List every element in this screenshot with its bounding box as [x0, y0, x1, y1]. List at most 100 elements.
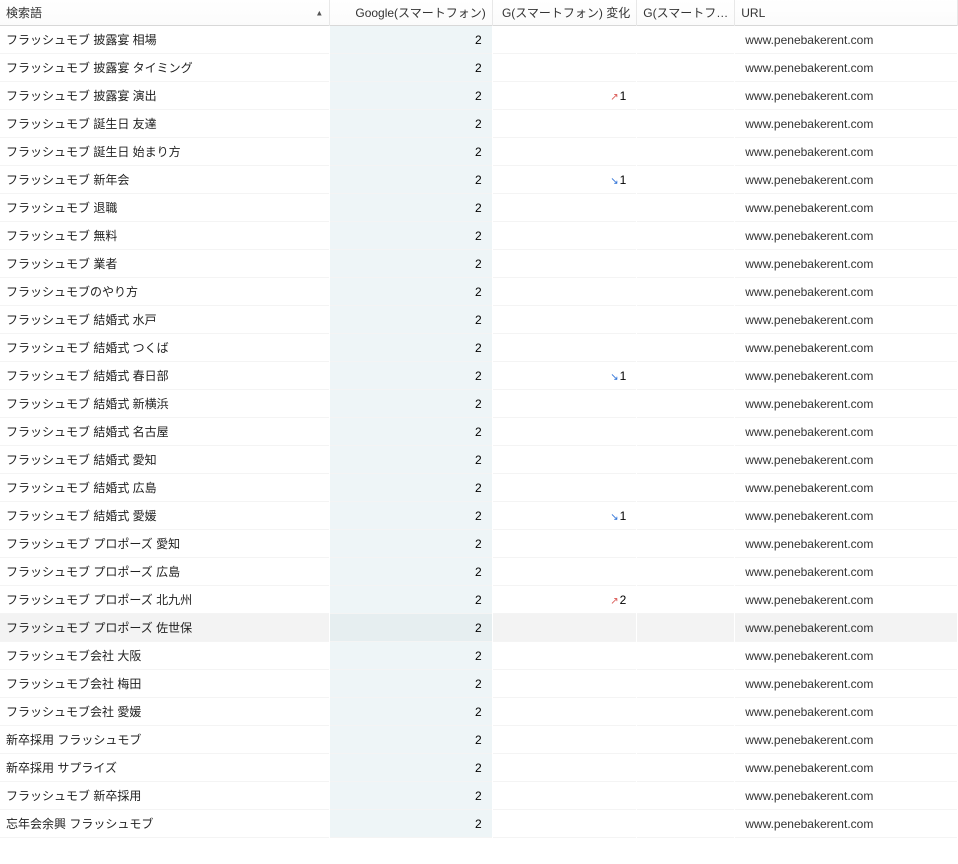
- cell-change: [492, 558, 637, 586]
- cell-url: www.penebakerent.com: [735, 586, 958, 614]
- table-row[interactable]: フラッシュモブ 無料2www.penebakerent.com: [0, 222, 958, 250]
- table-row[interactable]: フラッシュモブ プロポーズ 北九州2↗2www.penebakerent.com: [0, 586, 958, 614]
- cell-change: ↗2: [492, 586, 637, 614]
- table-row[interactable]: フラッシュモブ プロポーズ 広島2 www.penebakerent.com: [0, 558, 958, 586]
- table-row[interactable]: フラッシュモブ 誕生日 始まり方2www.penebakerent.com: [0, 138, 958, 166]
- cell-keyword: フラッシュモブ 結婚式 新横浜: [0, 390, 330, 418]
- cell-keyword: フラッシュモブ 新卒採用: [0, 782, 330, 810]
- cell-google-rank: 2: [330, 306, 492, 334]
- table-row[interactable]: フラッシュモブ 披露宴 タイミング2www.penebakerent.com: [0, 54, 958, 82]
- cell-url: www.penebakerent.com: [735, 530, 958, 558]
- table-row[interactable]: フラッシュモブ 新年会2↘1www.penebakerent.com: [0, 166, 958, 194]
- cell-keyword: フラッシュモブのやり方: [0, 278, 330, 306]
- cell-g3: [637, 166, 735, 194]
- cell-g3: [637, 418, 735, 446]
- table-row[interactable]: フラッシュモブ 結婚式 広島2www.penebakerent.com: [0, 474, 958, 502]
- cell-keyword: フラッシュモブ プロポーズ 広島: [0, 558, 330, 586]
- table-row[interactable]: フラッシュモブ会社 大阪2www.penebakerent.com: [0, 642, 958, 670]
- cell-g3: [637, 698, 735, 726]
- ranking-table: 検索語 ▲ Google(スマートフォン) G(スマートフォン) 変化 G(スマ…: [0, 0, 958, 838]
- column-header-google[interactable]: Google(スマートフォン): [330, 0, 492, 26]
- cell-url: www.penebakerent.com: [735, 726, 958, 754]
- cell-g3: [637, 362, 735, 390]
- cell-g3: [637, 502, 735, 530]
- cell-change: [492, 222, 637, 250]
- cell-google-rank: 2: [330, 166, 492, 194]
- cell-url: www.penebakerent.com: [735, 558, 958, 586]
- cell-change: [492, 670, 637, 698]
- cell-url: www.penebakerent.com: [735, 362, 958, 390]
- cell-keyword: フラッシュモブ 結婚式 つくば: [0, 334, 330, 362]
- table-row[interactable]: フラッシュモブ 披露宴 演出2↗1www.penebakerent.com: [0, 82, 958, 110]
- table-row[interactable]: フラッシュモブのやり方2www.penebakerent.com: [0, 278, 958, 306]
- cell-google-rank: 2: [330, 558, 492, 586]
- table-row[interactable]: フラッシュモブ 結婚式 春日部2↘1www.penebakerent.com: [0, 362, 958, 390]
- table-row[interactable]: フラッシュモブ 業者2www.penebakerent.com: [0, 250, 958, 278]
- cell-keyword: フラッシュモブ 結婚式 名古屋: [0, 418, 330, 446]
- cell-google-rank: 2: [330, 642, 492, 670]
- cell-google-rank: 2: [330, 418, 492, 446]
- table-row[interactable]: フラッシュモブ プロポーズ 佐世保2www.penebakerent.com: [0, 614, 958, 642]
- table-row[interactable]: 新卒採用 サプライズ2www.penebakerent.com: [0, 754, 958, 782]
- cell-google-rank: 2: [330, 138, 492, 166]
- cell-url: www.penebakerent.com: [735, 54, 958, 82]
- cell-url: www.penebakerent.com: [735, 446, 958, 474]
- cell-url: www.penebakerent.com: [735, 26, 958, 54]
- change-value: 1: [620, 369, 627, 383]
- cell-change: [492, 334, 637, 362]
- cell-google-rank: 2: [330, 586, 492, 614]
- table-row[interactable]: 忘年会余興 フラッシュモブ2www.penebakerent.com: [0, 810, 958, 838]
- cell-g3: [637, 558, 735, 586]
- table-row[interactable]: フラッシュモブ 誕生日 友達2www.penebakerent.com: [0, 110, 958, 138]
- cell-google-rank: 2: [330, 502, 492, 530]
- cell-keyword: フラッシュモブ 披露宴 相場: [0, 26, 330, 54]
- cell-url: www.penebakerent.com: [735, 418, 958, 446]
- cell-google-rank: 2: [330, 726, 492, 754]
- cell-change: [492, 194, 637, 222]
- table-row[interactable]: フラッシュモブ 結婚式 名古屋2 www.penebakerent.com: [0, 418, 958, 446]
- cell-google-rank: 2: [330, 362, 492, 390]
- column-header-url[interactable]: URL: [735, 0, 958, 26]
- column-header-keyword[interactable]: 検索語 ▲: [0, 0, 330, 26]
- cell-google-rank: 2: [330, 614, 492, 642]
- header-label: Google(スマートフォン): [355, 6, 485, 20]
- table-row[interactable]: フラッシュモブ プロポーズ 愛知2www.penebakerent.com: [0, 530, 958, 558]
- cell-url: www.penebakerent.com: [735, 614, 958, 642]
- cell-change: [492, 138, 637, 166]
- cell-keyword: 新卒採用 フラッシュモブ: [0, 726, 330, 754]
- cell-g3: [637, 614, 735, 642]
- table-row[interactable]: フラッシュモブ 新卒採用2www.penebakerent.com: [0, 782, 958, 810]
- column-header-g3[interactable]: G(スマートフ…: [637, 0, 735, 26]
- cell-g3: [637, 474, 735, 502]
- cell-g3: [637, 306, 735, 334]
- table-row[interactable]: フラッシュモブ 退職2www.penebakerent.com: [0, 194, 958, 222]
- column-header-change[interactable]: G(スマートフォン) 変化: [492, 0, 637, 26]
- table-row[interactable]: フラッシュモブ 結婚式 新横浜2www.penebakerent.com: [0, 390, 958, 418]
- cell-g3: [637, 54, 735, 82]
- header-label: G(スマートフ…: [643, 6, 728, 20]
- table-row[interactable]: 新卒採用 フラッシュモブ2 www.penebakerent.com: [0, 726, 958, 754]
- cell-google-rank: 2: [330, 698, 492, 726]
- cell-change: [492, 754, 637, 782]
- table-row[interactable]: フラッシュモブ 披露宴 相場2 www.penebakerent.com: [0, 26, 958, 54]
- cell-keyword: フラッシュモブ 新年会: [0, 166, 330, 194]
- cell-keyword: フラッシュモブ 結婚式 愛媛: [0, 502, 330, 530]
- cell-g3: [637, 194, 735, 222]
- table-row[interactable]: フラッシュモブ 結婚式 つくば2www.penebakerent.com: [0, 334, 958, 362]
- cell-google-rank: 2: [330, 670, 492, 698]
- cell-url: www.penebakerent.com: [735, 250, 958, 278]
- cell-google-rank: 2: [330, 474, 492, 502]
- cell-url: www.penebakerent.com: [735, 306, 958, 334]
- table-row[interactable]: フラッシュモブ会社 愛媛2www.penebakerent.com: [0, 698, 958, 726]
- cell-google-rank: 2: [330, 26, 492, 54]
- cell-google-rank: 2: [330, 82, 492, 110]
- cell-google-rank: 2: [330, 54, 492, 82]
- table-row[interactable]: フラッシュモブ 結婚式 愛媛2↘1www.penebakerent.com: [0, 502, 958, 530]
- cell-keyword: フラッシュモブ プロポーズ 愛知: [0, 530, 330, 558]
- cell-keyword: フラッシュモブ 結婚式 広島: [0, 474, 330, 502]
- table-row[interactable]: フラッシュモブ 結婚式 愛知2www.penebakerent.com: [0, 446, 958, 474]
- cell-g3: [637, 754, 735, 782]
- cell-keyword: フラッシュモブ会社 大阪: [0, 642, 330, 670]
- table-row[interactable]: フラッシュモブ会社 梅田2www.penebakerent.com: [0, 670, 958, 698]
- table-row[interactable]: フラッシュモブ 結婚式 水戸2www.penebakerent.com: [0, 306, 958, 334]
